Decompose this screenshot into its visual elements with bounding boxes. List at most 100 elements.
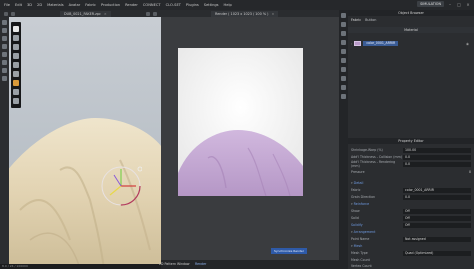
select-icon[interactable] [13,26,19,32]
menu-settings[interactable]: Settings [204,3,219,7]
menu-materials[interactable]: Materials [47,3,63,7]
layout-icon[interactable] [153,11,157,16]
menu-connect[interactable]: CONNECT [143,3,161,7]
texture-icon[interactable] [2,44,7,49]
pressure-value[interactable]: 0 [403,170,471,175]
mesh-count-label: Mesh Count [351,258,370,262]
tab-button[interactable]: Button [365,18,376,22]
thickness-rendering-input[interactable]: 0.0 [403,161,471,167]
thickness-collision-input[interactable]: 0.0 [403,154,471,160]
zipper-icon[interactable] [341,58,346,63]
maximize-icon[interactable]: □ [456,1,462,7]
stitch-icon[interactable] [2,52,7,57]
grid-icon[interactable] [2,76,7,81]
pin-tool-icon[interactable] [13,53,19,59]
shrinkage-warp-label: Shrinkage-Warp (%) [351,148,383,152]
viewport-3d[interactable]: DUB_0021_FAKER.zpc × 8.0 / 24 / 100000 [0,10,161,269]
solidify-row: Solidify Off [351,222,471,228]
pressure-label: Pressure [351,170,365,174]
viewport-3d-tabbar: DUB_0021_FAKER.zpc × [0,10,161,17]
object-list-item[interactable]: › color_0001_ARRIR ◉ [351,40,469,47]
pressure-row: Pressure 0 [351,169,471,175]
reinforce-show-toggle[interactable]: Off [403,208,471,214]
expand-icon[interactable]: › [351,42,352,46]
point-name-select[interactable]: Not assigned [403,236,471,242]
tack-icon[interactable] [13,62,19,68]
grain-direction-input[interactable]: 0.0 [403,194,471,200]
synchronize-render-button[interactable]: Synchronize Render [271,248,307,254]
tab-fabric[interactable]: Fabric [351,18,361,22]
graphic-icon[interactable] [341,85,346,90]
section-detail[interactable]: ▾Detail [351,181,363,185]
section-reinforce-label: Reinforce [353,202,370,206]
object-browser-tabs: Fabric Button [351,18,376,22]
button-icon[interactable] [341,49,346,54]
menu-file[interactable]: File [4,3,10,7]
close-icon[interactable]: × [465,1,471,7]
texture-icon[interactable] [341,67,346,72]
fabric-icon[interactable] [341,31,346,36]
mesh-type-select[interactable]: Quad (Optimized) [403,250,471,256]
pin-icon[interactable] [2,60,7,65]
fabric-select[interactable]: color_0001_ARRIR [403,187,471,193]
minimize-icon[interactable]: – [447,1,453,7]
display-icon[interactable] [11,11,15,16]
menu-fabric[interactable]: Fabric [85,3,96,7]
right-panel: Object Browser Fabric Button Material › … [339,10,474,269]
viewport-3d-tools [4,10,15,17]
menu-plugins[interactable]: Plugins [186,3,199,7]
measure-icon[interactable] [2,68,7,73]
tab-3d-file[interactable]: DUB_0021_FAKER.zpc × [60,11,111,17]
section-arrangement[interactable]: ▾Arrangement [351,230,375,234]
section-mesh-label: Mesh [353,244,363,248]
menu-render[interactable]: Render [125,3,138,7]
arrangement-icon[interactable] [13,89,19,95]
menu-edit[interactable]: Edit [15,3,22,7]
render-window[interactable]: Render ( 1023 x 1023 / 100 % ) × 2D Patte… [159,10,339,269]
menu-production[interactable]: Production [101,3,120,7]
vertex-count-row: Vertex Count [351,263,471,269]
section-mesh[interactable]: ▾Mesh [351,244,362,248]
render-tabbar: Render ( 1023 x 1023 / 100 % ) × [161,10,339,17]
shrinkage-warp-input[interactable]: 100.00 [403,147,471,153]
show-avatar-icon[interactable] [2,20,7,25]
tab-render[interactable]: Render ( 1023 x 1023 / 100 % ) × [211,11,279,17]
menu-2d[interactable]: 2D [37,3,42,7]
simulation-mode-button[interactable]: SIMULATION [417,1,444,7]
menu-closet[interactable]: CLO-SET [166,3,181,7]
layer-icon[interactable] [341,94,346,99]
view-icon[interactable] [4,11,8,16]
thickness-rendering-label: Add'l Thickness - Rendering (mm) [351,160,396,168]
section-reinforce[interactable]: ▾Reinforce [351,202,369,206]
fold-icon[interactable] [13,44,19,50]
transform-icon[interactable] [13,35,19,41]
tab-2d-pattern[interactable]: 2D Pattern Window [159,262,190,266]
brush-icon[interactable] [13,71,19,77]
tab-render-bottom[interactable]: Render [195,262,206,266]
transform-gizmo[interactable] [100,165,142,207]
viewport-3d-toolbox [11,22,21,108]
menu-bar: File Edit 3D 2D Materials Avatar Fabric … [0,0,474,10]
avatar-icon[interactable] [13,98,19,104]
reinforce-solid-toggle[interactable]: Off [403,215,471,221]
library-icon[interactable] [341,22,346,27]
render-canvas [178,48,303,196]
close-icon[interactable]: × [271,12,274,16]
object-browser-icon[interactable] [341,13,346,18]
camera-icon[interactable] [146,11,150,16]
topstitch-icon[interactable] [341,76,346,81]
fabric-row: Fabric color_0001_ARRIR [351,187,471,193]
show-fabric-icon[interactable] [2,36,7,41]
solidify-toggle[interactable]: Off [403,222,471,228]
shrinkage-warp-row: Shrinkage-Warp (%) 100.00 [351,147,471,153]
point-name-row: Point Name Not assigned [351,236,471,242]
show-garment-icon[interactable] [2,28,7,33]
simulation-icon[interactable] [13,80,19,86]
close-icon[interactable]: × [104,12,107,16]
visibility-icon[interactable]: ◉ [466,42,469,46]
menu-3d[interactable]: 3D [27,3,32,7]
menu-avatar[interactable]: Avatar [69,3,81,7]
grain-direction-row: Grain Direction 0.0 [351,194,471,200]
menu-help[interactable]: Help [224,3,232,7]
trim-icon[interactable] [341,40,346,45]
